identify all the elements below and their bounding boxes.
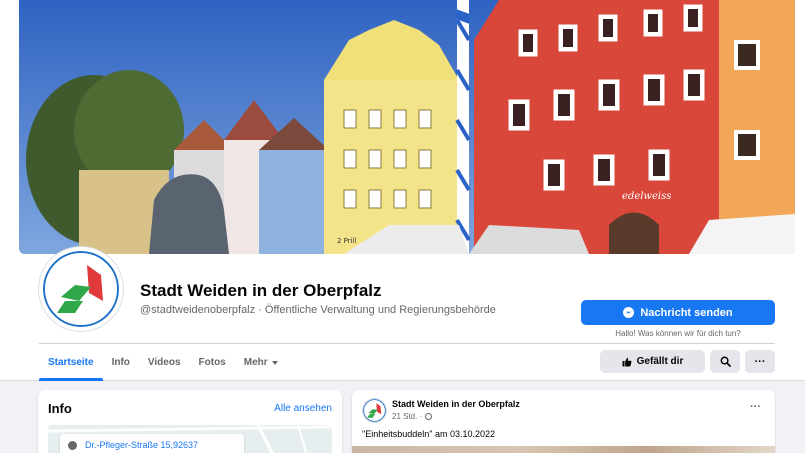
like-label: Gefällt dir	[636, 356, 684, 367]
post-options-button[interactable]: ···	[750, 401, 761, 413]
location-pin-icon	[68, 440, 77, 450]
page-search-button[interactable]	[710, 350, 740, 373]
cover-sign-small: 2 Prill	[337, 237, 357, 245]
post-time: 21 Std. ·	[392, 412, 423, 421]
location-map[interactable]: Dr.-Pfleger-Straße 15,92637	[48, 425, 332, 453]
tab-videos[interactable]: Videos	[139, 344, 190, 381]
post-card: Stadt Weiden in der Oberpfalz 21 Std. · …	[352, 390, 775, 453]
more-dots-icon: ···	[754, 355, 766, 368]
post-author-avatar[interactable]	[362, 398, 387, 423]
more-options-button[interactable]: ···	[745, 350, 775, 373]
tab-label: Fotos	[198, 357, 226, 368]
page-header: edelweiss 2 Prill Stadt Weiden in der Ob…	[0, 0, 805, 381]
tab-label: Mehr	[243, 357, 268, 368]
thumbs-up-icon	[622, 357, 632, 366]
city-logo-icon	[363, 399, 386, 422]
caret-down-icon	[271, 360, 278, 365]
tab-startseite[interactable]: Startseite	[39, 344, 103, 381]
post-author-name[interactable]: Stadt Weiden in der Oberpfalz	[392, 399, 520, 409]
city-logo-icon	[43, 251, 119, 327]
info-card-title: Info	[48, 401, 72, 416]
message-hint: Hallo! Was können wir für dich tun?	[615, 329, 741, 338]
page-tabs: Startseite Info Videos Fotos Mehr	[39, 344, 287, 381]
page-handle-category: @stadtweidenoberpfalz · Öffentliche Verw…	[140, 304, 496, 316]
address-text: Dr.-Pfleger-Straße 15,92637	[85, 440, 199, 450]
see-all-link[interactable]: Alle ansehen	[274, 403, 332, 414]
tab-label: Info	[111, 357, 130, 368]
tab-label: Startseite	[48, 357, 94, 368]
like-page-button[interactable]: Gefällt dir	[600, 350, 705, 373]
address-label[interactable]: Dr.-Pfleger-Straße 15,92637	[60, 434, 244, 453]
tab-mehr[interactable]: Mehr	[235, 344, 287, 381]
facebook-page: edelweiss 2 Prill Stadt Weiden in der Ob…	[0, 0, 805, 453]
tab-fotos[interactable]: Fotos	[190, 344, 235, 381]
search-icon	[720, 356, 731, 367]
send-message-label: Nachricht senden	[640, 306, 733, 319]
tab-label: Videos	[147, 357, 181, 368]
info-card: Info Alle ansehen Dr.-Pfleger-Straße 15,…	[38, 390, 342, 453]
page-title: Stadt Weiden in der Oberpfalz	[140, 281, 382, 300]
cover-town-square-image: edelweiss 2 Prill	[19, 0, 795, 254]
post-text: "Einheitsbuddeln" am 03.10.2022	[362, 429, 495, 439]
globe-icon	[425, 413, 433, 420]
post-image[interactable]	[352, 446, 775, 453]
cover-photo[interactable]: edelweiss 2 Prill	[19, 0, 795, 254]
page-profile-picture[interactable]	[39, 247, 123, 331]
messenger-icon	[623, 307, 635, 318]
send-message-button[interactable]: Nachricht senden	[581, 300, 775, 325]
tab-info[interactable]: Info	[103, 344, 139, 381]
shop-sign-text: edelweiss	[622, 191, 671, 202]
post-timestamp[interactable]: 21 Std. ·	[392, 412, 433, 421]
